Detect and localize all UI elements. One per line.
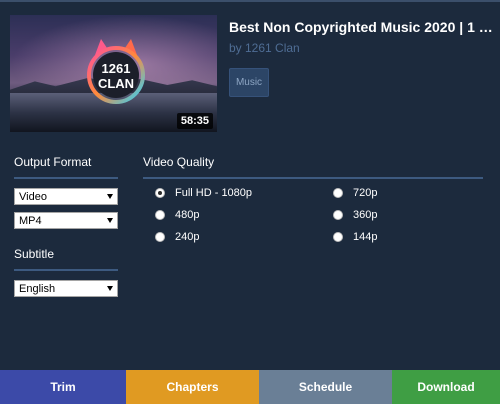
quality-option-label: Full HD - 1080p — [175, 187, 253, 199]
quality-option-240p[interactable]: 240p — [155, 231, 199, 243]
subtitle-rule — [14, 269, 118, 271]
subtitle-select[interactable]: English — [14, 280, 118, 297]
quality-option-label: 720p — [353, 187, 378, 199]
chevron-down-icon — [107, 286, 113, 291]
quality-option-480p[interactable]: 480p — [155, 209, 199, 221]
quality-option-label: 360p — [353, 209, 378, 221]
radio-checked-icon[interactable] — [155, 188, 165, 198]
format-select[interactable]: Video — [14, 188, 118, 205]
duration-badge: 58:35 — [176, 113, 213, 129]
video-title: Best Non Copyrighted Music 2020 | 1 Hour… — [229, 19, 497, 35]
radio-icon[interactable] — [155, 232, 165, 242]
radio-icon[interactable] — [333, 210, 343, 220]
output-format-rule — [14, 177, 118, 179]
radio-icon[interactable] — [333, 188, 343, 198]
video-quality-rule — [143, 177, 483, 179]
channel-logo-icon: 1261 CLAN — [87, 39, 145, 104]
channel-logo-line-2: CLAN — [98, 76, 134, 91]
chapters-button[interactable]: Chapters — [126, 370, 259, 404]
quality-option-144p[interactable]: 144p — [333, 231, 377, 243]
chevron-down-icon — [107, 194, 113, 199]
subtitle-select-value: English — [19, 282, 56, 295]
quality-option-label: 480p — [175, 209, 200, 221]
container-select[interactable]: MP4 — [14, 212, 118, 229]
quality-option-720p[interactable]: 720p — [333, 187, 377, 199]
trim-button[interactable]: Trim — [0, 370, 126, 404]
schedule-button[interactable]: Schedule — [259, 370, 392, 404]
radio-icon[interactable] — [155, 210, 165, 220]
quality-option-label: 240p — [175, 231, 200, 243]
top-border — [0, 0, 500, 2]
radio-icon[interactable] — [333, 232, 343, 242]
container-select-value: MP4 — [19, 214, 42, 227]
format-select-value: Video — [19, 190, 47, 203]
quality-option-label: 144p — [353, 231, 378, 243]
channel-logo-line-1: 1261 — [102, 61, 131, 76]
video-quality-label: Video Quality — [143, 155, 215, 169]
video-thumbnail[interactable]: 1261 CLAN 58:35 — [10, 15, 217, 132]
channel-name[interactable]: by 1261 Clan — [229, 41, 300, 55]
subtitle-label: Subtitle — [14, 247, 55, 261]
output-format-label: Output Format — [14, 155, 92, 169]
category-tag[interactable]: Music — [229, 68, 269, 97]
chevron-down-icon — [107, 218, 113, 223]
quality-option-1080p[interactable]: Full HD - 1080p — [155, 187, 252, 199]
quality-option-360p[interactable]: 360p — [333, 209, 377, 221]
action-bar: Trim Chapters Schedule Download — [0, 370, 500, 404]
download-button[interactable]: Download — [392, 370, 500, 404]
